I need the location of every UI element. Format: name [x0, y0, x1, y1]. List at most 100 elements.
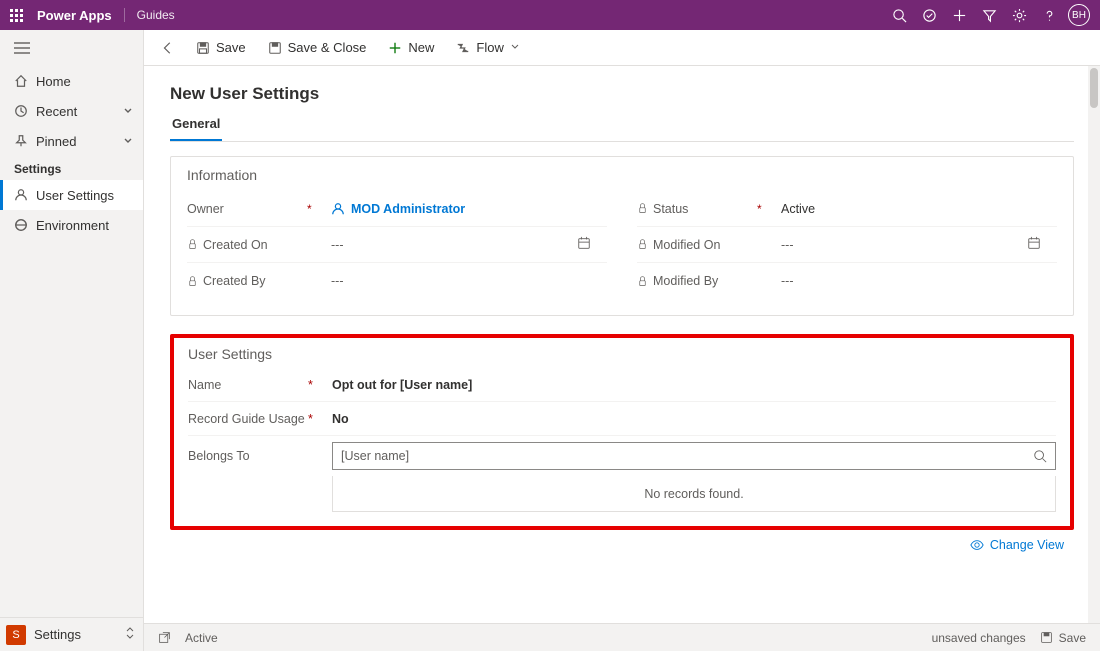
required-indicator: *	[308, 378, 332, 392]
sidebar-item-label: Pinned	[36, 134, 76, 149]
sidebar-item-label: Home	[36, 74, 71, 89]
field-label: Name	[188, 378, 308, 392]
chevron-down-icon	[123, 134, 133, 149]
status-value: Active	[185, 631, 218, 645]
tab-general[interactable]: General	[170, 116, 222, 141]
lock-icon	[637, 203, 648, 214]
sidebar-item-pinned[interactable]: Pinned	[0, 126, 143, 156]
footer-save-button[interactable]: Save	[1040, 631, 1086, 645]
field-label: Belongs To	[188, 449, 308, 463]
scrollbar[interactable]	[1088, 66, 1100, 623]
owner-field[interactable]: Owner * MOD Administrator	[187, 191, 607, 227]
required-indicator: *	[307, 202, 331, 216]
user-settings-section: User Settings Name * Opt out for [User n…	[170, 334, 1074, 530]
brand-name: Power Apps	[37, 8, 112, 23]
belongs-to-field: Belongs To [User name]	[188, 436, 1056, 476]
field-label: Created On	[187, 238, 307, 252]
tabs: General	[170, 116, 1074, 142]
owner-lookup-value[interactable]: MOD Administrator	[331, 202, 577, 216]
command-label: New	[408, 40, 434, 55]
search-icon[interactable]	[884, 0, 914, 30]
belongs-to-lookup[interactable]: [User name]	[332, 442, 1056, 470]
popout-icon[interactable]	[158, 631, 171, 644]
eye-icon	[970, 538, 984, 552]
modified-on-field: Modified On ---	[637, 227, 1057, 263]
save-close-icon	[268, 41, 282, 55]
subgrid-empty-message: No records found.	[332, 476, 1056, 512]
clock-icon	[14, 104, 28, 118]
sidebar-item-user-settings[interactable]: User Settings	[0, 180, 143, 210]
modified-by-field: Modified By ---	[637, 263, 1057, 299]
sidebar-item-environment[interactable]: Environment	[0, 210, 143, 240]
created-by-field: Created By ---	[187, 263, 607, 299]
app-header: Power Apps Guides BH	[0, 0, 1100, 30]
status-field[interactable]: Status * Active	[637, 191, 1057, 227]
save-button[interactable]: Save	[188, 34, 254, 62]
sidebar-section-label: Settings	[0, 156, 143, 180]
created-on-field: Created On ---	[187, 227, 607, 263]
sidebar: Home Recent Pinned Settings User Setting…	[0, 30, 144, 651]
calendar-icon	[577, 236, 607, 253]
app-launcher-icon[interactable]	[10, 9, 23, 22]
sidebar-item-home[interactable]: Home	[0, 66, 143, 96]
lock-icon	[637, 239, 648, 250]
pin-icon	[14, 134, 28, 148]
field-label: Record Guide Usage	[188, 412, 308, 426]
user-settings-icon	[14, 188, 28, 202]
field-value: No	[332, 412, 1056, 426]
new-button[interactable]: New	[380, 34, 442, 62]
app-name[interactable]: Guides	[124, 8, 175, 22]
field-value: Active	[781, 202, 1027, 216]
save-close-button[interactable]: Save & Close	[260, 34, 375, 62]
form-content: New User Settings General Information Ow…	[144, 66, 1100, 623]
save-icon	[196, 41, 210, 55]
filter-icon[interactable]	[974, 0, 1004, 30]
gear-icon[interactable]	[1004, 0, 1034, 30]
unsaved-changes-label: unsaved changes	[932, 631, 1026, 645]
status-bar: Active unsaved changes Save	[144, 623, 1100, 651]
add-icon[interactable]	[944, 0, 974, 30]
lock-icon	[187, 276, 198, 287]
task-icon[interactable]	[914, 0, 944, 30]
area-badge: S	[6, 625, 26, 645]
required-indicator: *	[757, 202, 781, 216]
back-button[interactable]	[154, 34, 182, 62]
lookup-placeholder: [User name]	[341, 449, 409, 463]
change-view-link[interactable]: Change View	[170, 538, 1064, 552]
field-label: Modified By	[637, 274, 757, 288]
field-value: ---	[331, 238, 577, 252]
field-value: ---	[781, 274, 1027, 288]
required-indicator: *	[308, 412, 332, 426]
record-guide-usage-field[interactable]: Record Guide Usage * No	[188, 402, 1056, 436]
field-label: Modified On	[637, 238, 757, 252]
section-title: Information	[187, 167, 1057, 183]
field-value: ---	[331, 274, 577, 288]
lock-icon	[187, 239, 198, 250]
user-avatar[interactable]: BH	[1068, 4, 1090, 26]
command-label: Save	[216, 40, 246, 55]
chevron-down-icon	[123, 104, 133, 119]
person-icon	[331, 202, 345, 216]
search-icon	[1033, 449, 1047, 463]
chevron-updown-icon	[125, 626, 135, 643]
command-label: Save & Close	[288, 40, 367, 55]
sidebar-item-label: User Settings	[36, 188, 114, 203]
field-label: Status	[637, 202, 757, 216]
field-value: Opt out for [User name]	[332, 378, 1056, 392]
command-bar: Save Save & Close New Flow	[144, 30, 1100, 66]
sidebar-item-recent[interactable]: Recent	[0, 96, 143, 126]
sidebar-area-switcher[interactable]: S Settings	[0, 617, 143, 651]
environment-icon	[14, 218, 28, 232]
chevron-down-icon	[510, 40, 520, 55]
flow-button[interactable]: Flow	[448, 34, 527, 62]
information-section: Information Owner * MOD Administrator	[170, 156, 1074, 316]
home-icon	[14, 74, 28, 88]
area-label: Settings	[34, 627, 81, 642]
sidebar-item-label: Environment	[36, 218, 109, 233]
help-icon[interactable]	[1034, 0, 1064, 30]
field-label: Created By	[187, 274, 307, 288]
name-field[interactable]: Name * Opt out for [User name]	[188, 368, 1056, 402]
hamburger-icon[interactable]	[0, 30, 143, 66]
flow-icon	[456, 41, 470, 55]
field-label: Owner	[187, 202, 307, 216]
